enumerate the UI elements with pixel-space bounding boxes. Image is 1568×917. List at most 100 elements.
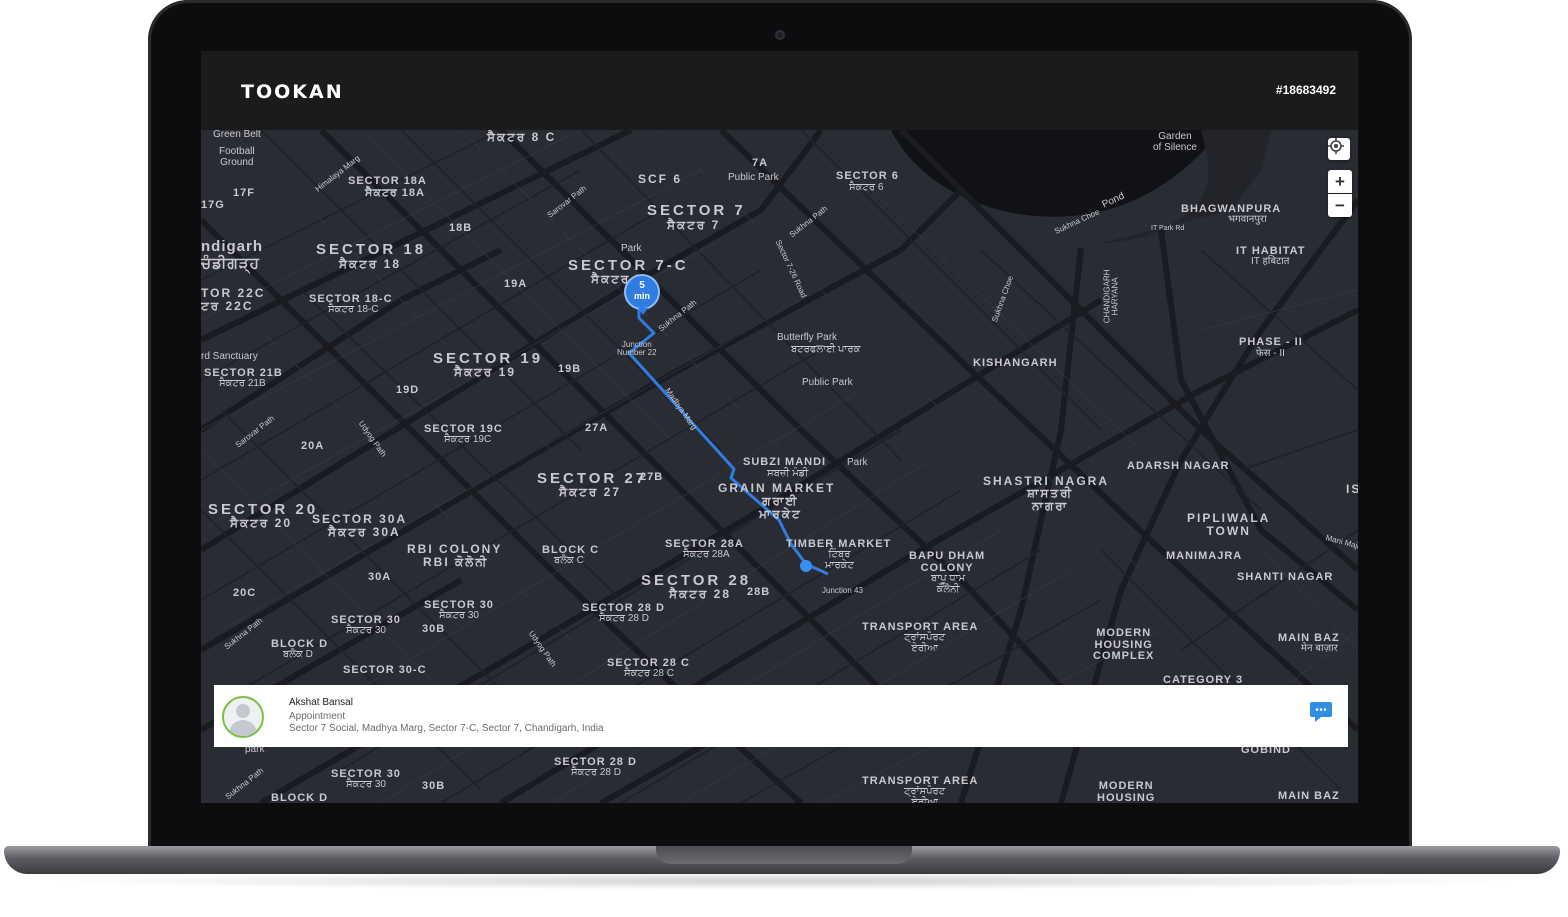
map-label: 20A — [301, 440, 325, 452]
task-type: Appointment — [289, 711, 346, 722]
map-label: Football Ground — [219, 146, 255, 168]
map-label: ਸੈਕਟਰ 7 — [667, 218, 721, 232]
map-label: ਸੈਕਟਰ 27 — [559, 485, 621, 499]
task-address: Sector 7 Social, Madhya Marg, Sector 7-C… — [289, 723, 604, 734]
map-label: Public Park — [728, 172, 779, 183]
map-label: 30B — [422, 623, 446, 635]
zoom-in-button[interactable]: + — [1328, 170, 1352, 193]
map-label: GRAIN MARKET — [718, 481, 836, 495]
map-label: ਸੈਕਟਰ 19 — [454, 365, 516, 379]
map-label: भगवानपुरा — [1228, 214, 1267, 225]
map-label: MODERN HOUSING COMPLEX — [1093, 627, 1155, 663]
map-label: SHANTI NAGAR — [1237, 571, 1334, 583]
map-label: 30A — [368, 571, 392, 583]
map-label: ਸੈਕਟਰ 28 D — [599, 613, 649, 624]
map-label: SECTOR 18 — [316, 241, 427, 258]
laptop-notch — [656, 846, 912, 864]
chat-bubble-icon[interactable] — [1309, 701, 1333, 722]
map-label: MODERN HOUSING — [1097, 780, 1156, 803]
map-label: Garden of Silence — [1153, 131, 1197, 153]
map-label: ਬਲੋਕ D — [283, 649, 313, 660]
map-label: 27A — [585, 422, 609, 434]
eta-value: 5 — [639, 280, 645, 291]
map-label: ਸੈਕਟਰ 30 — [346, 779, 386, 790]
map-label: Butterfly Park — [777, 332, 838, 343]
map-label: 19D — [396, 384, 420, 396]
map-label: MAIN BAZ — [1278, 790, 1340, 802]
map-label: ਸੈਕਟਰ 18A — [365, 187, 425, 199]
app-screen: TOOKAN #18683492 Green Belt Football Gro… — [201, 51, 1358, 803]
crosshair-icon[interactable] — [1328, 138, 1350, 160]
map-label: ADARSH NAGAR — [1127, 460, 1230, 472]
map-label: ਟਰ 22C — [201, 299, 254, 313]
map-label: SUBZI MANDI — [743, 456, 827, 468]
map-label: ਸੈਕਟਰ 30A — [328, 525, 401, 539]
map-label: 30B — [422, 780, 446, 792]
map-label: ਸੈਕਟਰ 30 — [346, 625, 386, 636]
map-label: ਸੈਕਟਰ 20 — [230, 516, 292, 530]
map-label: PHASE - II — [1239, 336, 1303, 348]
map-label: MANIMAJRA — [1166, 550, 1243, 562]
webcam-icon — [775, 30, 785, 40]
map-label: ਗਰਾਈ ਮਾਰਕੇਟ — [759, 494, 802, 521]
map-view[interactable]: Green Belt Football Ground ਸੈਕਟਰ 8 C 7A … — [201, 130, 1358, 803]
map-label: फेस - II — [1256, 348, 1285, 359]
map-label: KISHANGARH — [973, 357, 1058, 369]
eta-unit: min — [633, 291, 650, 301]
order-id: #18683492 — [1275, 83, 1336, 97]
map-label: 20C — [233, 587, 257, 599]
map-label: CHANDIGARH HARYANA — [1102, 269, 1120, 324]
map-label: 19B — [558, 363, 582, 375]
map-label: ਸੈਕਟਰ 28A — [683, 549, 730, 560]
map-label: ਸਬਜ਼ੀ ਮੰਡੀ — [767, 468, 809, 479]
agent-location-icon[interactable] — [800, 560, 812, 572]
map-label: ਟ੍ਰਾਂਸਪੋਰਟ ਏਰੀਆ — [904, 632, 946, 654]
map-label: Park — [621, 243, 642, 254]
map-label: 27B — [640, 471, 664, 483]
map-label: SECTOR 6 — [836, 170, 899, 182]
map-label: RBI COLONY — [407, 542, 503, 556]
map-label: ਚੰਡੀਗੜ੍ਹ — [201, 255, 260, 272]
map-label: IT हबिटात — [1251, 256, 1290, 267]
map-label: IS — [1346, 482, 1358, 496]
map-label: ਸੈਕਟਰ 19C — [444, 434, 492, 445]
map-label: ਸੈਕਟਰ 28 C — [624, 668, 674, 679]
map-label: 17G — [201, 199, 225, 211]
map-label: ਸੈਕਟਰ 28 — [669, 587, 731, 601]
customer-name: Akshat Bansal — [289, 697, 353, 708]
avatar — [222, 696, 264, 738]
map-label: SECTOR 30A — [312, 512, 408, 526]
map-label: Park — [847, 457, 868, 468]
map-label: ਸੈਕਟਰ 18-C — [328, 304, 379, 315]
map-label: ਟ੍ਰਾਂਸਪੋਰਟ ਏਰੀਆ — [904, 786, 946, 803]
map-label: TOR 22C — [201, 286, 266, 300]
task-card[interactable]: Akshat Bansal Appointment Sector 7 Socia… — [214, 685, 1348, 747]
map-label: ਸੈਕਟਰ 8 C — [487, 130, 557, 144]
map-label: ਟਿੰਬਰ ਮਾਰਕੇਟ — [825, 549, 854, 571]
map-label: 7A — [752, 157, 769, 169]
map-label: ਸ਼ਾਸਤਰੀ ਨਾਗਰਾ — [1027, 486, 1074, 513]
map-label: Green Belt — [213, 130, 261, 140]
map-label: मेन बाज़ार — [1301, 643, 1338, 654]
map-label: ਬਟਰਫਲਾਈ ਪਾਰਕ — [791, 344, 861, 355]
map-label: rd Sanctuary — [201, 351, 258, 362]
map-label: ਬਲੋਕ C — [554, 555, 584, 566]
map-label: ਸੈਕਟਰ 21B — [219, 378, 266, 389]
map-label: 28B — [747, 586, 771, 598]
eta-marker[interactable]: 5 min — [624, 274, 660, 310]
map-label: ਬਾਪੂ ਧਾਮ ਕੋਲੋਨੀ — [931, 573, 966, 595]
map-label: Junction Number 22 — [617, 340, 657, 358]
zoom-out-button[interactable]: − — [1328, 194, 1352, 217]
map-label: ਸੈਕਟਰ 30 — [439, 610, 479, 621]
map-label: SECTOR 18A — [348, 175, 427, 187]
map-label: ਸੈਕਟਰ 6 — [849, 182, 884, 193]
map-label: ndigarh — [201, 238, 263, 255]
map-label: ਸੈਕਟਰ 18 — [339, 257, 401, 271]
map-label: Junction 43 — [822, 586, 863, 595]
map-label: BLOCK D — [271, 792, 329, 803]
road-label: IT Park Rd — [1151, 225, 1185, 232]
eta-marker-pointer — [638, 308, 648, 315]
map-label: BAPU DHAM COLONY — [909, 550, 986, 574]
map-label: ਸੈਕਟਰ 28 D — [571, 767, 621, 778]
map-label: SCF 6 — [638, 172, 683, 186]
